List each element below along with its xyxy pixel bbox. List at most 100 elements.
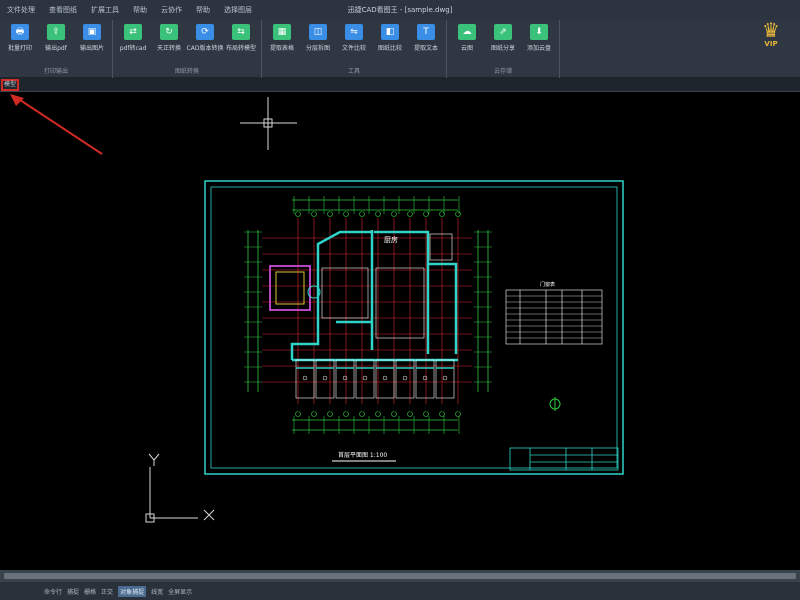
axis-bubble — [423, 411, 429, 417]
menu-help[interactable]: 帮助 — [126, 5, 154, 15]
axis-bubble — [391, 411, 397, 417]
schedule-table — [505, 289, 603, 345]
ribbon-button[interactable]: ⇆ 布局转模型 — [223, 24, 259, 52]
axis-bubble — [295, 211, 301, 217]
ribbon-group-title: 打印输出 — [43, 68, 68, 75]
status-bar: 命令行 捕捉 栅格 正交 对象捕捉 线宽 全屏显示 — [0, 582, 800, 600]
room-units — [295, 233, 455, 399]
ribbon-button[interactable]: T 提取文本 — [408, 24, 444, 52]
status-toggle[interactable]: 对象捕捉 — [118, 585, 147, 597]
axis-bubble — [359, 411, 365, 417]
ribbon-toolbar: 🖶 批量打印 ⇪ 输出pdf ▣ 输出图片打印输出 ⇄ pdf转cad ↻ 天正转换 ⟳ CAD版本转… — [0, 20, 800, 78]
room-outline — [321, 267, 369, 319]
ribbon-button[interactable]: ⇪ 输出pdf — [38, 24, 74, 52]
ribbon-button-label: 图纸比较 — [377, 45, 402, 52]
printer-icon: 🖶 — [11, 24, 29, 40]
drawing-canvas[interactable]: 厨房 门窗表 首层平面图 1:100 — [0, 92, 800, 570]
ribbon-button[interactable]: ▦ 提取表格 — [264, 24, 300, 52]
axis-bubble — [359, 211, 365, 217]
ribbon-button-label: 提取文本 — [413, 45, 438, 52]
status-toggle[interactable]: 命令行 — [44, 587, 62, 596]
ribbon-button[interactable]: ⟳ CAD版本转换 — [187, 24, 223, 52]
ribbon-button[interactable]: ↻ 天正转换 — [151, 24, 187, 52]
ribbon-button-label: 云图 — [460, 45, 473, 52]
menu-view[interactable]: 查看图纸 — [42, 5, 84, 15]
status-toggle[interactable]: 栅格 — [84, 587, 96, 596]
room-label: 厨房 — [384, 235, 398, 244]
unit-fixture — [442, 375, 448, 381]
ribbon-button[interactable]: ⬇ 添加云盘 — [521, 24, 557, 52]
ribbon-group-title: 云存储 — [493, 68, 512, 75]
annotation-arrow-head — [10, 94, 24, 106]
ribbon-button[interactable]: ▣ 输出图片 — [74, 24, 110, 52]
ribbon-group-buttons: ☁ 云图 ⇗ 图纸分享 ⬇ 添加云盘 — [447, 20, 559, 52]
tab-model[interactable]: 模型 — [1, 79, 19, 91]
file-compare-icon: ⇋ — [345, 24, 363, 40]
ribbon-button-label: 批量打印 — [7, 45, 32, 52]
ribbon-button-label: pdf转cad — [119, 45, 147, 52]
pdf-to-cad-icon: ⇄ — [124, 24, 142, 40]
axis-bubble — [407, 411, 413, 417]
ribbon-group-buttons: ⇄ pdf转cad ↻ 天正转换 ⟳ CAD版本转换 ⇆ 布局转模型 — [113, 20, 261, 52]
horizontal-scrollbar[interactable] — [0, 570, 800, 582]
status-toggle[interactable]: 线宽 — [151, 587, 163, 596]
ribbon-button[interactable]: ◧ 图纸比较 — [372, 24, 408, 52]
status-toggle[interactable]: 正交 — [101, 587, 113, 596]
layer-split-icon: ◫ — [309, 24, 327, 40]
image-export-icon: ▣ — [83, 24, 101, 40]
crosshair-cursor — [240, 97, 297, 150]
room-outline — [375, 267, 425, 339]
schedule-table-title: 门窗表 — [540, 281, 555, 288]
axis-bubble — [311, 411, 317, 417]
ribbon-group-0: 🖶 批量打印 ⇪ 输出pdf ▣ 输出图片打印输出 — [0, 20, 113, 78]
ribbon-button[interactable]: 🖶 批量打印 — [2, 24, 38, 52]
axis-bubble — [439, 411, 445, 417]
ucs-icon — [145, 453, 215, 523]
ribbon-group-buttons: 🖶 批量打印 ⇪ 输出pdf ▣ 输出图片 — [0, 20, 112, 52]
ribbon-button-label: 布局转模型 — [225, 45, 256, 52]
ribbon-button[interactable]: ◫ 分层拆图 — [300, 24, 336, 52]
menu-help-2[interactable]: 帮助 — [189, 5, 217, 15]
drawing-compare-icon: ◧ — [381, 24, 399, 40]
ribbon-button-label: 文件比较 — [341, 45, 366, 52]
menu-cloud[interactable]: 云协作 — [154, 5, 189, 15]
ribbon-button[interactable]: ☁ 云图 — [449, 24, 485, 52]
vip-badge[interactable]: ♛ VIP — [756, 20, 786, 60]
menu-file[interactable]: 文件处理 — [0, 5, 42, 15]
menu-extend-tools[interactable]: 扩展工具 — [84, 5, 126, 15]
menu-layer[interactable]: 选择图层 — [217, 5, 259, 15]
axis-bubble — [423, 211, 429, 217]
axis-bubble — [407, 211, 413, 217]
axis-bubble — [343, 211, 349, 217]
ribbon-group-buttons: ▦ 提取表格 ◫ 分层拆图 ⇋ 文件比较 ◧ 图纸比较 T 提取文本 — [262, 20, 446, 52]
ribbon-button-label: 输出pdf — [45, 45, 67, 52]
unit-fixture — [402, 375, 408, 381]
ribbon-group-1: ⇄ pdf转cad ↻ 天正转换 ⟳ CAD版本转换 ⇆ 布局转模型图纸转换 — [113, 20, 262, 78]
axis-bubble — [375, 411, 381, 417]
ribbon-button-label: 输出图片 — [79, 45, 104, 52]
ribbon-group-title: 工具 — [347, 68, 360, 75]
table-extract-icon: ▦ — [273, 24, 291, 40]
axis-bubble — [455, 411, 461, 417]
axis-bubble — [391, 211, 397, 217]
axis-grid — [262, 211, 472, 417]
unit-fixture — [422, 375, 428, 381]
unit-fixture — [382, 375, 388, 381]
crown-icon: ♛ — [762, 18, 780, 42]
ribbon-button[interactable]: ⇋ 文件比较 — [336, 24, 372, 52]
ribbon-button-label: 分层拆图 — [305, 45, 330, 52]
axis-bubble — [455, 211, 461, 217]
tangent-convert-icon: ↻ — [160, 24, 178, 40]
ribbon-group-2: ▦ 提取表格 ◫ 分层拆图 ⇋ 文件比较 ◧ 图纸比较 T 提取文本工具 — [262, 20, 447, 78]
scrollbar-thumb[interactable] — [4, 573, 796, 579]
layout-to-model-icon: ⇆ — [232, 24, 250, 40]
vip-label: VIP — [764, 40, 778, 48]
status-toggle[interactable]: 全屏显示 — [168, 587, 192, 596]
share-icon: ⇗ — [494, 24, 512, 40]
status-toggle[interactable]: 捕捉 — [67, 587, 79, 596]
unit-fixture — [302, 375, 308, 381]
ribbon-group-title: 图纸转换 — [174, 68, 199, 75]
ribbon-button[interactable]: ⇄ pdf转cad — [115, 24, 151, 52]
cad-viewer-window: 文件处理 查看图纸 扩展工具 帮助 云协作 帮助 选择图层 迅捷CAD看图王 -… — [0, 0, 800, 600]
ribbon-button[interactable]: ⇗ 图纸分享 — [485, 24, 521, 52]
